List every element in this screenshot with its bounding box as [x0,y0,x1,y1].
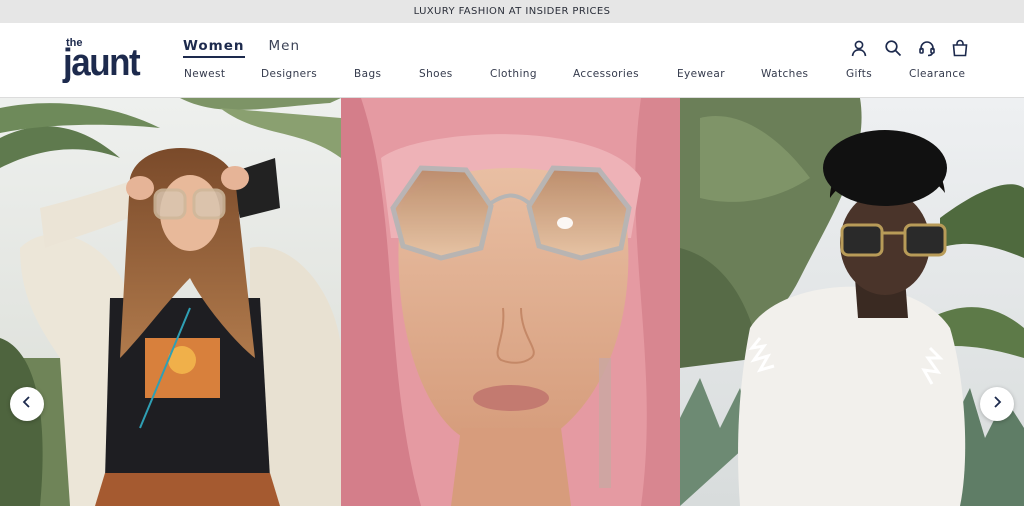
promo-text: LUXURY FASHION AT INSIDER PRICES [413,6,611,17]
nav-item-clothing[interactable]: Clothing [490,68,537,80]
carousel-prev-button[interactable] [10,387,44,421]
hero-slide-2-image [341,98,680,506]
tab-men[interactable]: Men [269,38,301,58]
header-icons [848,39,978,59]
tab-women[interactable]: Women [183,38,245,58]
search-icon[interactable] [884,39,902,57]
shopping-bag-icon[interactable] [951,39,969,57]
nav-item-newest[interactable]: Newest [184,68,225,80]
carousel-next-button[interactable] [980,387,1014,421]
nav-item-bags[interactable]: Bags [354,68,381,80]
nav-item-shoes[interactable]: Shoes [419,68,453,80]
chevron-left-icon [20,395,34,414]
main-nav: Newest Designers Bags Shoes Clothing Acc… [184,68,974,82]
hero-slide-3[interactable] [680,98,1024,506]
hero-slide-2[interactable] [341,98,680,506]
logo-big-text: jaunt [63,42,141,84]
hero-carousel [0,98,1024,506]
support-headset-icon[interactable] [918,39,936,57]
nav-item-watches[interactable]: Watches [761,68,808,80]
hero-slide-3-image [680,98,1024,506]
logo[interactable]: the jaunt [62,37,152,85]
nav-item-designers[interactable]: Designers [261,68,317,80]
nav-item-accessories[interactable]: Accessories [573,68,639,80]
nav-item-clearance[interactable]: Clearance [909,68,965,80]
site-header: the jaunt Women Men Newest Designers Bag… [0,23,1024,98]
promo-banner: LUXURY FASHION AT INSIDER PRICES [0,0,1024,23]
chevron-right-icon [990,395,1004,414]
account-icon[interactable] [850,39,868,57]
hero-slide-1[interactable] [0,98,341,506]
gender-tabs: Women Men [183,38,300,58]
hero-slide-1-image [0,98,341,506]
nav-item-gifts[interactable]: Gifts [846,68,872,80]
nav-item-eyewear[interactable]: Eyewear [677,68,725,80]
